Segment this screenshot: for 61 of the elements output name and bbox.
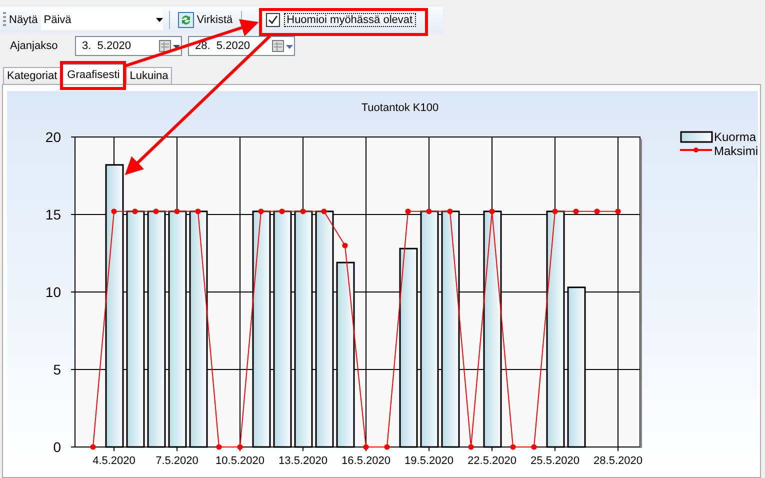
- tab[interactable]: Lukuina: [126, 67, 172, 84]
- y-axis-label: 20: [45, 129, 61, 145]
- x-axis-label: 7.5.2020: [156, 455, 198, 467]
- data-point: [552, 208, 558, 214]
- data-point: [447, 208, 453, 214]
- data-point: [594, 208, 600, 214]
- data-point: [468, 444, 474, 450]
- legend-swatch: [680, 131, 713, 143]
- data-point: [405, 208, 411, 214]
- data-point: [279, 208, 285, 214]
- refresh-icon: [178, 12, 194, 28]
- data-point: [426, 208, 432, 214]
- x-axis-label: 10.5.2020: [216, 455, 264, 467]
- x-axis-label: 19.5.2020: [404, 455, 454, 467]
- x-axis-label: 16.5.2020: [342, 455, 390, 467]
- x-axis-label: 13.5.2020: [278, 455, 328, 467]
- data-point: [237, 444, 243, 450]
- refresh-button[interactable]: Virkistä: [176, 12, 235, 28]
- x-axis-label: 4.5.2020: [92, 455, 136, 467]
- tab[interactable]: Graafisesti: [61, 64, 126, 84]
- data-point: [216, 444, 222, 450]
- y-axis-label: 5: [53, 362, 61, 378]
- checkmark-icon: [268, 15, 278, 25]
- data-point: [615, 208, 621, 214]
- tab[interactable]: Kategoriat: [3, 67, 62, 84]
- y-axis-label: 15: [45, 206, 61, 222]
- data-point: [174, 208, 180, 214]
- data-point: [300, 208, 306, 214]
- data-point: [321, 208, 327, 214]
- data-point: [111, 208, 117, 214]
- checkbox-label[interactable]: Huomioi myöhässä olevat: [284, 13, 416, 27]
- checkbox[interactable]: [266, 13, 280, 27]
- data-point: [384, 444, 390, 450]
- data-point: [195, 208, 201, 214]
- y-axis-label: 10: [45, 284, 61, 300]
- data-point: [132, 208, 138, 214]
- data-point: [153, 208, 159, 214]
- data-point: [573, 208, 579, 214]
- data-point: [342, 242, 348, 248]
- calendar-icon: [159, 40, 181, 52]
- x-axis-label: 28.5.2020: [594, 455, 642, 467]
- data-point: [363, 444, 369, 450]
- data-point: [258, 208, 264, 214]
- legend-label: Kuorma: [714, 130, 756, 144]
- highlight-box: [60, 61, 126, 90]
- chart-title: Tuotantok K100: [361, 102, 439, 114]
- view-dropdown[interactable]: Päivä: [40, 10, 163, 30]
- dropdown-arrow-icon: [156, 18, 163, 22]
- calendar-icon: [272, 40, 294, 52]
- legend-swatch: [680, 148, 712, 152]
- data-point: [90, 444, 96, 450]
- period-label: Ajanjakso: [9, 40, 59, 52]
- x-axis-label: 22.5.2020: [468, 455, 516, 467]
- y-axis-label: 0: [53, 439, 61, 455]
- data-point: [510, 444, 516, 450]
- data-point: [531, 444, 537, 450]
- data-point: [489, 208, 495, 214]
- legend-label: Maksimi: [714, 144, 758, 158]
- show-label: Näytä: [9, 14, 38, 26]
- x-axis-label: 25.5.2020: [530, 455, 580, 467]
- start-date-field[interactable]: 3. 5.2020: [75, 36, 182, 56]
